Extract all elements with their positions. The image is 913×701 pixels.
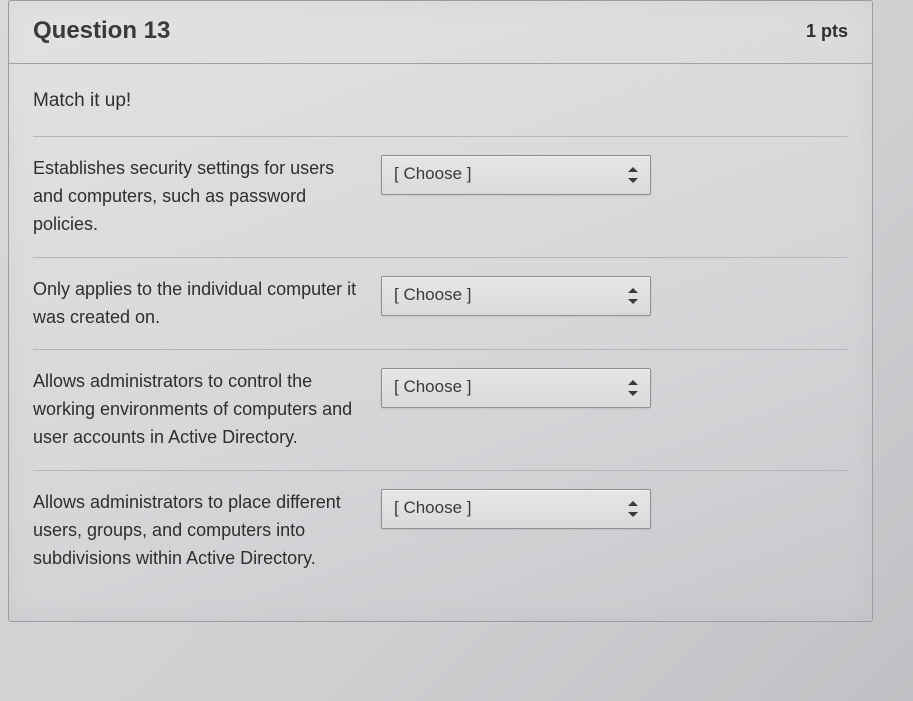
match-row: Allows administrators to control the wor… — [33, 349, 848, 470]
match-select[interactable]: [ Choose ] — [381, 368, 651, 408]
match-prompt: Only applies to the individual computer … — [33, 276, 363, 332]
select-value[interactable]: [ Choose ] — [381, 276, 651, 316]
match-prompt: Allows administrators to control the wor… — [33, 368, 363, 452]
match-row: Establishes security settings for users … — [33, 136, 848, 257]
question-title: Question 13 — [33, 17, 170, 45]
match-prompt: Allows administrators to place different… — [33, 489, 363, 573]
match-select[interactable]: [ Choose ] — [381, 155, 651, 195]
question-points: 1 pts — [806, 21, 848, 42]
select-value[interactable]: [ Choose ] — [381, 489, 651, 529]
match-row: Allows administrators to place different… — [33, 470, 848, 591]
question-card: Question 13 1 pts Match it up! Establish… — [8, 0, 873, 622]
question-instructions: Match it up! — [33, 90, 848, 136]
match-select[interactable]: [ Choose ] — [381, 489, 651, 529]
question-header: Question 13 1 pts — [9, 1, 872, 64]
question-body: Match it up! Establishes security settin… — [9, 64, 872, 621]
select-value[interactable]: [ Choose ] — [381, 368, 651, 408]
match-row: Only applies to the individual computer … — [33, 257, 848, 350]
match-prompt: Establishes security settings for users … — [33, 155, 363, 239]
match-select[interactable]: [ Choose ] — [381, 276, 651, 316]
select-value[interactable]: [ Choose ] — [381, 155, 651, 195]
